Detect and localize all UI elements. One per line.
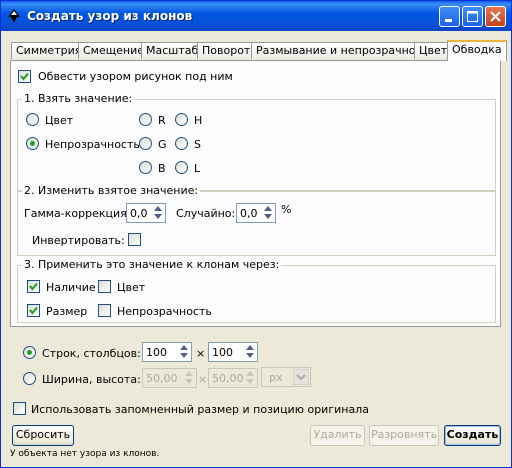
pick-b-label: B bbox=[158, 162, 166, 175]
tab-blur-opacity[interactable]: Размывание и непрозрачность bbox=[251, 42, 440, 59]
tab-trace[interactable]: Обводка bbox=[447, 40, 507, 61]
cols-spin-arrows[interactable] bbox=[246, 344, 256, 360]
status-text: У объекта нет узора из клонов. bbox=[10, 449, 160, 459]
width-height-radio[interactable] bbox=[23, 372, 36, 385]
rows-cols-times: × bbox=[196, 347, 206, 360]
width-height-times: × bbox=[198, 373, 208, 386]
create-button[interactable]: Создать bbox=[444, 425, 501, 446]
apply-presence-checkbox[interactable] bbox=[27, 280, 40, 293]
rows-cols-radio[interactable] bbox=[23, 346, 36, 359]
pick-r-radio[interactable] bbox=[139, 113, 152, 126]
percent-label: % bbox=[281, 203, 292, 216]
height-spinbox[interactable]: 50,00 bbox=[208, 368, 258, 388]
inkscape-app-icon bbox=[6, 8, 22, 24]
trace-enable-label: Обвести узором рисунок под ним bbox=[38, 70, 233, 83]
apply-value-title: 3. Применить это значение к клонам через… bbox=[22, 258, 282, 271]
apply-size-checkbox[interactable] bbox=[27, 304, 40, 317]
invert-label: Инвертировать: bbox=[32, 234, 125, 247]
random-spin-arrows[interactable] bbox=[264, 205, 274, 221]
pick-opacity-label: Непрозрачность bbox=[45, 138, 140, 151]
remove-button[interactable]: Удалить bbox=[310, 425, 365, 446]
pick-h-radio[interactable] bbox=[175, 113, 188, 126]
gamma-value: 0,0 bbox=[130, 207, 148, 220]
rows-spinbox[interactable]: 100 bbox=[142, 342, 192, 362]
reset-button[interactable]: Сбросить bbox=[12, 425, 74, 446]
rows-value: 100 bbox=[146, 346, 167, 359]
width-value: 50,00 bbox=[146, 372, 178, 385]
apply-color-label: Цвет bbox=[117, 281, 146, 294]
invert-checkbox[interactable] bbox=[128, 233, 141, 246]
pick-l-label: L bbox=[194, 162, 201, 175]
keep-bbox-checkbox[interactable] bbox=[13, 402, 26, 415]
rows-spin-arrows[interactable] bbox=[180, 344, 190, 360]
gamma-spin-arrows[interactable] bbox=[154, 205, 164, 221]
random-value: 0,0 bbox=[240, 207, 258, 220]
tab-symmetry[interactable]: Симметрия bbox=[11, 42, 87, 59]
pick-l-radio[interactable] bbox=[175, 161, 188, 174]
pick-s-radio[interactable] bbox=[175, 137, 188, 150]
tweak-value-group: 2. Изменить взятое значение: Гамма-корре… bbox=[17, 184, 496, 256]
random-spinbox[interactable]: 0,0 bbox=[236, 203, 276, 223]
rows-cols-label: Строк, столбцов: bbox=[42, 347, 141, 360]
trace-panel: Обвести узором рисунок под ним 1. Взять … bbox=[10, 60, 501, 327]
unclump-button[interactable]: Разровнять bbox=[369, 425, 439, 446]
keep-bbox-label: Использовать запомненный размер и позици… bbox=[31, 403, 369, 416]
tab-rotation[interactable]: Поворот bbox=[197, 42, 256, 59]
cols-value: 100 bbox=[212, 346, 233, 359]
minimize-button[interactable] bbox=[439, 6, 460, 27]
close-button[interactable] bbox=[485, 6, 506, 27]
width-spinbox[interactable]: 50,00 bbox=[142, 368, 197, 388]
window-title: Создать узор из клонов bbox=[27, 9, 193, 23]
cols-spinbox[interactable]: 100 bbox=[208, 342, 258, 362]
chevron-down-icon[interactable] bbox=[293, 369, 309, 385]
unit-dropdown[interactable]: px bbox=[261, 367, 311, 387]
tab-shift[interactable]: Смещение bbox=[78, 42, 149, 59]
pick-g-radio[interactable] bbox=[139, 137, 152, 150]
apply-opacity-checkbox[interactable] bbox=[98, 304, 111, 317]
pick-r-label: R bbox=[158, 114, 166, 127]
pick-h-label: H bbox=[194, 114, 203, 127]
height-spin-arrows[interactable] bbox=[246, 370, 256, 386]
tweak-value-title: 2. Изменить взятое значение: bbox=[22, 184, 201, 197]
pick-opacity-radio[interactable] bbox=[26, 137, 39, 150]
pick-s-label: S bbox=[194, 138, 201, 151]
pick-b-radio[interactable] bbox=[139, 161, 152, 174]
apply-value-group: 3. Применить это значение к клонам через… bbox=[17, 258, 496, 323]
title-bar[interactable]: Создать узор из клонов bbox=[1, 1, 511, 31]
apply-presence-label: Наличие bbox=[46, 281, 96, 294]
apply-opacity-label: Непрозрачность bbox=[117, 305, 212, 318]
pick-g-label: G bbox=[158, 138, 167, 151]
width-height-label: Ширина, высота: bbox=[42, 373, 141, 386]
maximize-button[interactable] bbox=[462, 6, 483, 27]
pick-color-radio[interactable] bbox=[26, 113, 39, 126]
apply-size-label: Размер bbox=[46, 305, 88, 318]
gamma-spinbox[interactable]: 0,0 bbox=[126, 203, 166, 223]
random-label: Случайно: bbox=[176, 207, 236, 220]
pick-value-group: 1. Взять значение: Цвет Непрозрачность R… bbox=[17, 92, 496, 191]
clone-tiler-window: Создать узор из клонов Симметрия Смещени… bbox=[0, 0, 512, 468]
height-value: 50,00 bbox=[212, 372, 244, 385]
pick-color-label: Цвет bbox=[45, 114, 74, 127]
unit-value: px bbox=[269, 371, 283, 384]
apply-color-checkbox[interactable] bbox=[98, 280, 111, 293]
gamma-label: Гамма-коррекция: bbox=[24, 207, 131, 220]
tab-scale[interactable]: Масштаб bbox=[141, 42, 204, 59]
width-spin-arrows[interactable] bbox=[185, 370, 195, 386]
pick-value-title: 1. Взять значение: bbox=[22, 92, 135, 105]
trace-enable-checkbox[interactable] bbox=[18, 70, 31, 83]
